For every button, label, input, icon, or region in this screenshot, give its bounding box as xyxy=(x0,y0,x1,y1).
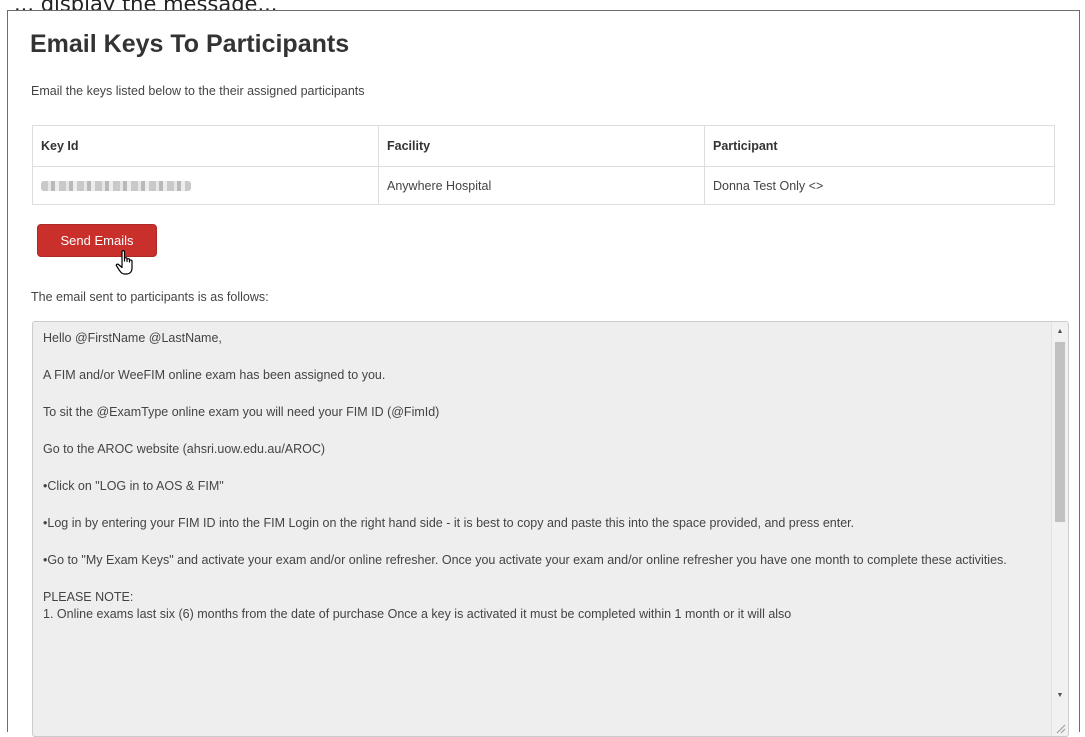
table-row: Anywhere Hospital Donna Test Only <> xyxy=(32,166,1055,205)
email-body-text: Hello @FirstName @LastName, A FIM and/or… xyxy=(43,330,1043,623)
resize-grip-icon[interactable] xyxy=(1054,722,1066,734)
email-body-textarea[interactable]: Hello @FirstName @LastName, A FIM and/or… xyxy=(32,321,1069,737)
email-line: •Log in by entering your FIM ID into the… xyxy=(43,516,855,530)
vertical-scrollbar[interactable]: ▲ ▼ xyxy=(1051,322,1068,736)
email-preview-label: The email sent to participants is as fol… xyxy=(31,290,269,304)
email-line: A FIM and/or WeeFIM online exam has been… xyxy=(43,368,386,382)
send-emails-button[interactable]: Send Emails xyxy=(37,224,157,257)
email-line: Hello @FirstName @LastName, xyxy=(43,331,222,345)
participant-cell: Donna Test Only <> xyxy=(704,166,1055,205)
column-header-participant: Participant xyxy=(704,125,1055,167)
key-id-cell xyxy=(32,166,379,205)
scroll-thumb[interactable] xyxy=(1055,342,1065,522)
page-subtitle: Email the keys listed below to the their… xyxy=(31,84,365,98)
scroll-down-arrow-icon[interactable]: ▼ xyxy=(1052,688,1068,704)
email-line: •Go to "My Exam Keys" and activate your … xyxy=(43,553,1007,567)
hand-cursor-icon xyxy=(115,250,133,275)
page-title: Email Keys To Participants xyxy=(30,30,350,58)
scroll-up-arrow-icon[interactable]: ▲ xyxy=(1052,324,1068,340)
keys-table: Key Id Facility Participant Anywhere Hos… xyxy=(32,125,1055,205)
email-line: 1. Online exams last six (6) months from… xyxy=(43,607,792,621)
column-header-facility: Facility xyxy=(378,125,705,167)
column-header-key-id: Key Id xyxy=(32,125,379,167)
email-line: PLEASE NOTE: xyxy=(43,590,134,604)
email-line: •Click on "LOG in to AOS & FIM" xyxy=(43,479,224,493)
table-header-row: Key Id Facility Participant xyxy=(32,125,1055,167)
facility-cell: Anywhere Hospital xyxy=(378,166,705,205)
email-line: To sit the @ExamType online exam you wil… xyxy=(43,405,440,419)
blurred-key-id xyxy=(41,181,191,192)
email-line: Go to the AROC website (ahsri.uow.edu.au… xyxy=(43,442,326,456)
